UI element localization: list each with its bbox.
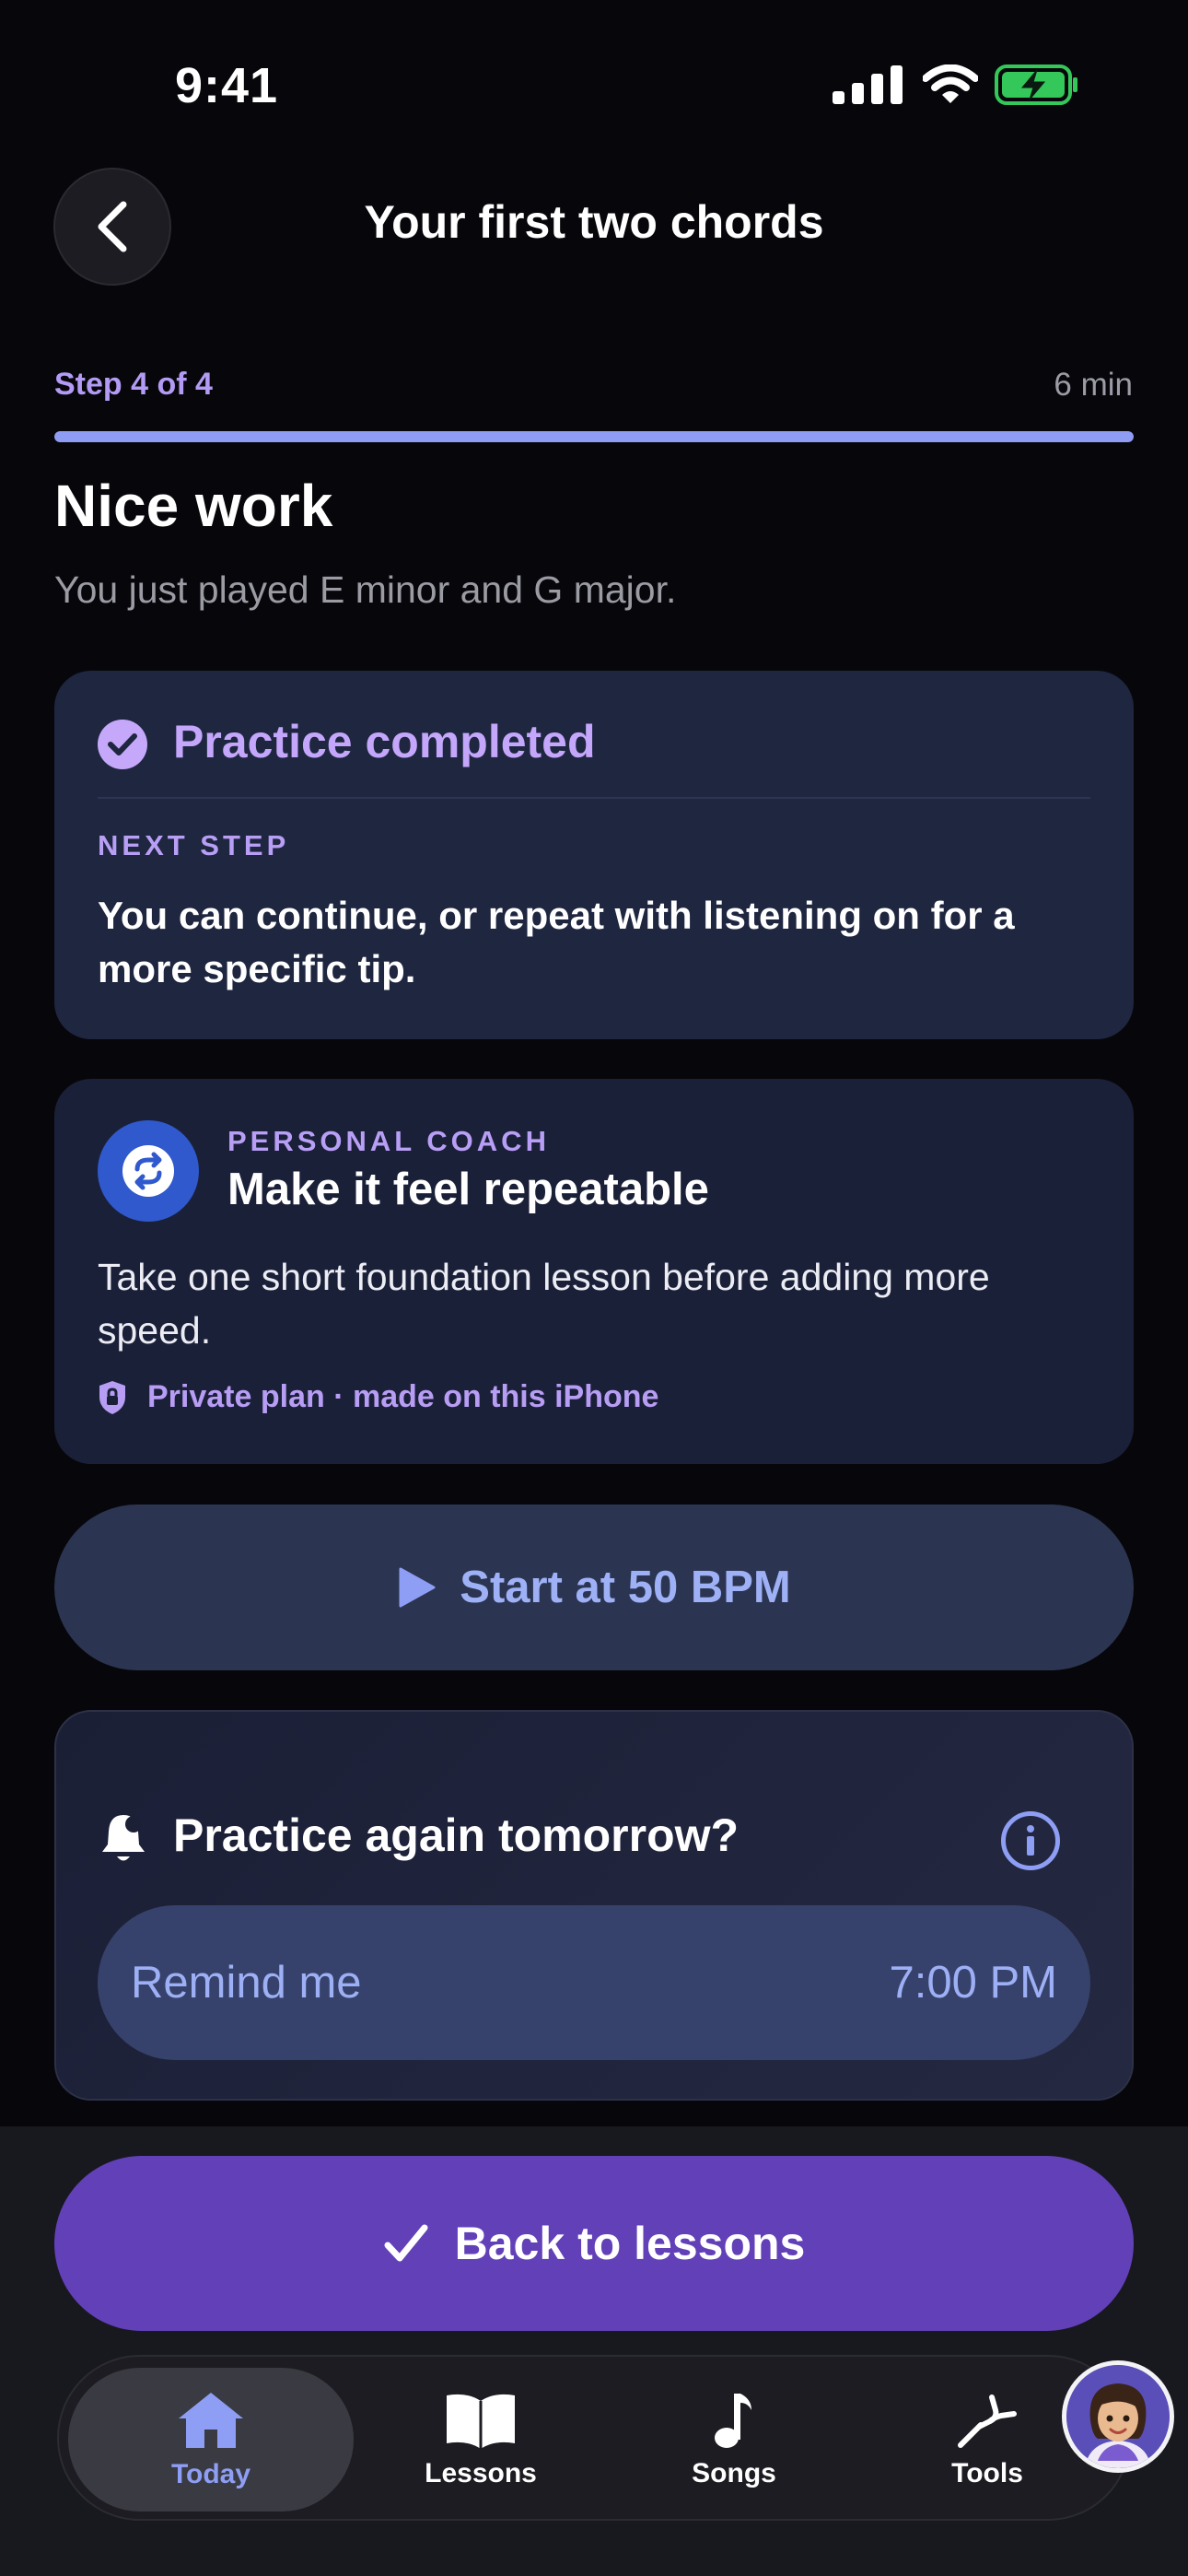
tuning-fork-icon <box>958 2395 1017 2448</box>
coach-card: PERSONAL COACH Make it feel repeatable T… <box>54 1079 1134 1464</box>
completion-card-title: Practice completed <box>173 716 596 767</box>
tab-lessons[interactable]: Lessons <box>379 2368 582 2512</box>
start-practice-button[interactable]: Start at 50 BPM <box>54 1505 1134 1670</box>
privacy-note-text: Private plan · made on this iPhone <box>147 1379 659 1414</box>
coach-title: Make it feel repeatable <box>227 1165 709 1214</box>
cellular-signal-icon <box>833 65 903 104</box>
tab-songs[interactable]: Songs <box>633 2368 835 2512</box>
music-note-icon <box>715 2394 751 2448</box>
completion-subtitle: You just played E minor and G major. <box>54 568 677 611</box>
tab-today-label: Today <box>170 2459 251 2489</box>
privacy-note: Private plan · made on this iPhone <box>98 1379 658 1415</box>
tab-tools[interactable]: Tools <box>886 2368 1089 2512</box>
tab-songs-label: Songs <box>692 2458 776 2488</box>
coach-label: PERSONAL COACH <box>227 1125 550 1157</box>
tab-lessons-label: Lessons <box>425 2458 537 2488</box>
progress-bar <box>54 431 1134 442</box>
tab-bar: Today Lessons Songs Tools <box>57 2355 1131 2521</box>
reminder-time[interactable]: 7:00 PM <box>890 1957 1057 2008</box>
status-bar: 9:41 <box>0 0 1188 175</box>
profile-avatar-icon <box>1066 2365 1170 2468</box>
status-icons <box>833 64 1079 105</box>
reminder-title: Practice again tomorrow? <box>173 1809 740 1861</box>
next-step-text: You can continue, or repeat with listeni… <box>98 894 1015 990</box>
start-practice-label: Start at 50 BPM <box>460 1563 791 1612</box>
repeat-icon <box>98 1120 199 1222</box>
progress-bar-fill <box>54 431 1134 442</box>
bell-icon <box>102 1815 145 1861</box>
completion-heading: Nice work <box>54 473 333 539</box>
completion-card: Practice completed NEXT STEP You can con… <box>54 671 1134 1039</box>
battery-charging-icon <box>995 64 1077 105</box>
back-to-lessons-button[interactable]: Back to lessons <box>54 2156 1134 2331</box>
step-indicator: Step 4 of 4 <box>54 367 213 402</box>
remind-me-label: Remind me <box>131 1958 362 2008</box>
divider <box>98 797 1090 799</box>
play-icon <box>399 1567 436 1608</box>
info-icon <box>1027 1825 1034 1856</box>
checkmark-icon <box>384 2224 428 2262</box>
book-icon <box>447 2394 515 2449</box>
lock-shield-icon <box>99 1380 125 1414</box>
step-duration: 6 min <box>1054 367 1133 403</box>
reminder-card: Practice again tomorrow? Remind me 7:00 … <box>54 1710 1134 2101</box>
info-button[interactable] <box>1001 1811 1060 1870</box>
home-icon <box>179 2393 243 2448</box>
wifi-icon <box>923 64 978 103</box>
coach-body: Take one short foundation lesson before … <box>98 1256 990 1352</box>
status-time: 9:41 <box>175 58 279 113</box>
tab-today[interactable]: Today <box>68 2368 354 2512</box>
page-title: Your first two chords <box>364 196 824 248</box>
check-circle-icon <box>98 720 147 769</box>
remind-me-toggle[interactable]: Remind me 7:00 PM <box>98 1905 1090 2060</box>
back-to-lessons-label: Back to lessons <box>454 2218 806 2269</box>
tab-tools-label: Tools <box>951 2458 1023 2488</box>
avatar[interactable] <box>1062 2360 1174 2473</box>
next-step-label: NEXT STEP <box>98 829 290 861</box>
